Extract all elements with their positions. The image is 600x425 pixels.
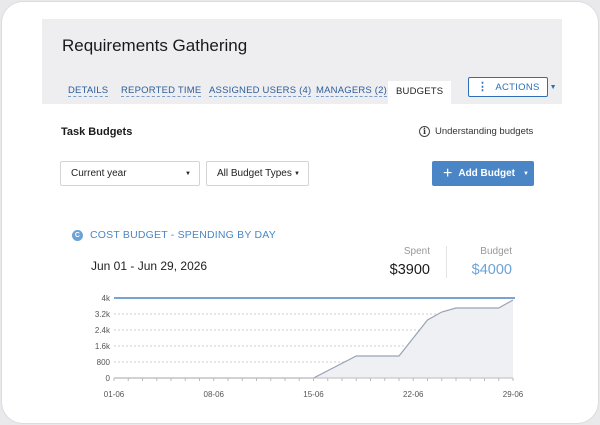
y-tick-label: 0 xyxy=(106,374,111,383)
spending-area xyxy=(114,300,513,378)
spending-chart: 4k 3.2k 2.4k 1.6k 800 0 01-06 08-06 15-06 22-06 29… xyxy=(95,294,524,399)
x-tick-label: 01-06 xyxy=(104,390,125,399)
y-tick-label: 4k xyxy=(102,294,111,303)
y-tick-label: 800 xyxy=(97,358,111,367)
y-tick-label: 2.4k xyxy=(95,326,111,335)
budget-panel: Requirements Gathering DETAILS REPORTED … xyxy=(1,1,599,424)
x-tick-label: 08-06 xyxy=(204,390,225,399)
x-tick-label: 29-06 xyxy=(503,390,524,399)
x-tick-label: 22-06 xyxy=(403,390,424,399)
y-tick-label: 1.6k xyxy=(95,342,111,351)
x-tick-label: 15-06 xyxy=(303,390,324,399)
y-tick-label: 3.2k xyxy=(95,310,111,319)
